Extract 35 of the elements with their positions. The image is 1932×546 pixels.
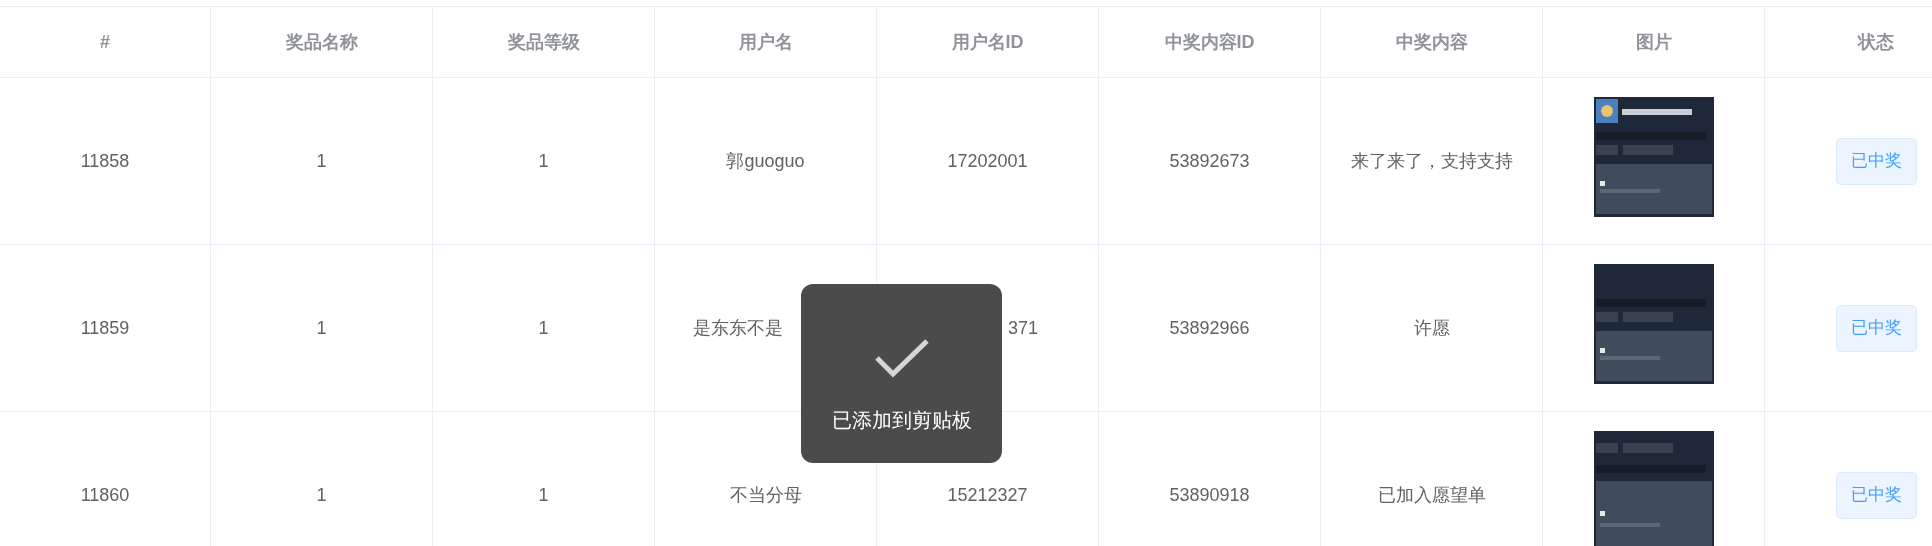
column-header: 奖品等级 <box>507 30 580 54</box>
column-header: 用户名ID <box>951 30 1024 54</box>
column-header: 状态 <box>1858 30 1894 54</box>
table-cell-text: 53890918 <box>1169 483 1250 507</box>
table-cell-text: 1 <box>316 483 327 507</box>
table-cell-text: 11859 <box>80 316 130 340</box>
table-cell-text: 53892966 <box>1169 316 1250 340</box>
table-cell-text: 11858 <box>80 149 130 173</box>
column-header: 图片 <box>1635 30 1672 54</box>
table-cell-text: 1 <box>316 149 327 173</box>
table-cell-text: 371 <box>1007 316 1038 340</box>
table-cell-text: 17202001 <box>947 149 1028 173</box>
table-cell-text: 许愿 <box>1413 316 1450 340</box>
column-header: 用户名 <box>738 30 793 54</box>
status-tag: 已中奖 <box>1835 137 1917 185</box>
table-cell-text: 来了来了，支持支持 <box>1350 149 1513 173</box>
table-cell-text: 是东东不是 <box>693 316 783 340</box>
table-cell-text: 15212327 <box>947 483 1028 507</box>
column-header: 奖品名称 <box>285 30 358 54</box>
table-cell-text: 1 <box>538 316 549 340</box>
table-cell-text: 1 <box>538 483 549 507</box>
table-cell-text: 不当分母 <box>729 483 802 507</box>
toast-message: 已添加到剪贴板 <box>831 408 972 433</box>
table-cell-text: 11860 <box>80 483 130 507</box>
table-cell-text: 已加入愿望单 <box>1377 483 1486 507</box>
column-header: 中奖内容 <box>1395 30 1468 54</box>
table-cell-text: 53892673 <box>1169 149 1250 173</box>
check-icon <box>873 338 930 378</box>
table-cell-text: 1 <box>316 316 327 340</box>
column-header: 中奖内容ID <box>1164 30 1255 54</box>
status-tag: 已中奖 <box>1835 471 1917 519</box>
table-cell-text: 1 <box>538 149 549 173</box>
status-tag: 已中奖 <box>1835 304 1917 352</box>
column-header: # <box>100 30 110 54</box>
table-cell-text: 郭guoguo <box>726 149 805 173</box>
